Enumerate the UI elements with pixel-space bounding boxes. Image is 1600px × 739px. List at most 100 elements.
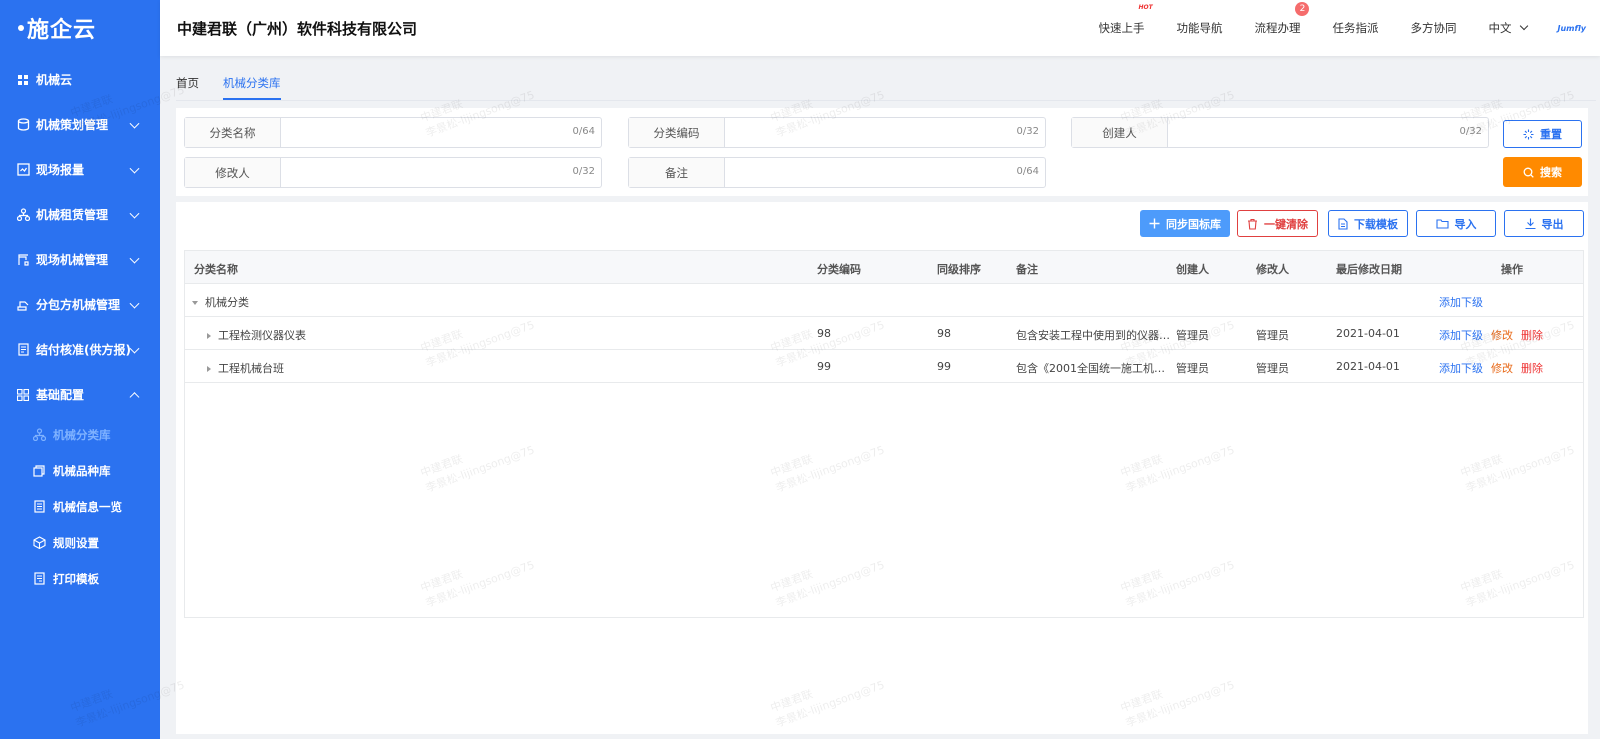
sidebar-item-machinery-cloud[interactable]: 机械云 bbox=[0, 57, 160, 102]
col-category-code[interactable]: 分类编码 bbox=[817, 261, 861, 277]
language-select[interactable]: 中文 bbox=[1488, 20, 1529, 36]
top-nav: HOT 快速上手 功能导航 2 流程办理 任务指派 多方协同 中文 Jumfly bbox=[1066, 0, 1586, 56]
logo-dot-icon bbox=[18, 25, 24, 31]
chevron-down-icon bbox=[129, 163, 140, 174]
hierarchy-icon bbox=[33, 428, 47, 442]
download-template-button[interactable]: 下载模板 bbox=[1328, 210, 1408, 237]
caret-right-icon[interactable] bbox=[207, 366, 211, 372]
sidebar-item-label: 现场报量 bbox=[36, 163, 85, 177]
tab-home[interactable]: 首页 bbox=[176, 66, 199, 100]
filter-panel: 分类名称 0/64 分类编码 0/32 创建人 0/32 修改人 0/32 备注… bbox=[176, 108, 1588, 196]
edit-link[interactable]: 修改 bbox=[1491, 362, 1513, 375]
apps-icon bbox=[16, 388, 30, 402]
import-label: 导入 bbox=[1454, 217, 1477, 231]
col-modifier[interactable]: 修改人 bbox=[1256, 261, 1289, 277]
report-icon bbox=[16, 163, 30, 177]
col-creator[interactable]: 创建人 bbox=[1176, 261, 1209, 277]
search-button[interactable]: 搜索 bbox=[1503, 157, 1582, 187]
category-code: 98 bbox=[817, 327, 831, 340]
caret-right-icon[interactable] bbox=[207, 333, 211, 339]
row-actions: 添加下级 修改 删除 bbox=[1439, 327, 1551, 343]
filter-remark: 备注 0/64 bbox=[628, 157, 1046, 188]
nav-process[interactable]: 2 流程办理 bbox=[1254, 2, 1310, 36]
char-count: 0/64 bbox=[572, 126, 595, 137]
nav-label: 功能导航 bbox=[1176, 21, 1223, 35]
category-name: 机械分类 bbox=[205, 296, 249, 309]
sidebar-item-label: 结付核准(供方报) bbox=[36, 343, 131, 357]
add-child-link[interactable]: 添加下级 bbox=[1439, 362, 1483, 375]
modifier-input[interactable]: 0/32 bbox=[281, 158, 601, 187]
reset-label: 重置 bbox=[1540, 128, 1562, 141]
category-name-input[interactable]: 0/64 bbox=[281, 118, 601, 147]
sidebar-subitem-category-library[interactable]: 机械分类库 bbox=[0, 417, 160, 453]
category-code-input[interactable]: 0/32 bbox=[725, 118, 1045, 147]
database-icon bbox=[16, 118, 30, 132]
sidebar-item-site-report[interactable]: 现场报量 bbox=[0, 147, 160, 192]
trash-icon bbox=[1247, 218, 1258, 230]
last-modified: 2021-04-01 bbox=[1336, 360, 1400, 373]
col-remark[interactable]: 备注 bbox=[1016, 261, 1038, 277]
delete-link[interactable]: 删除 bbox=[1521, 362, 1543, 375]
remark: 包含安装工程中使用到的仪器仪表 bbox=[1016, 329, 1174, 342]
sidebar-subitem-rule-settings[interactable]: 规则设置 bbox=[0, 525, 160, 561]
sidebar-item-settlement[interactable]: 结付核准(供方报) bbox=[0, 327, 160, 372]
sidebar-subitem-label: 机械分类库 bbox=[53, 428, 111, 442]
sidebar-item-base-config[interactable]: 基础配置 bbox=[0, 372, 160, 417]
company-name: 中建君联（广州）软件科技有限公司 bbox=[177, 19, 418, 38]
reset-button[interactable]: 重置 bbox=[1503, 120, 1582, 148]
char-count: 0/64 bbox=[1016, 166, 1039, 177]
sidebar-item-planning[interactable]: 机械策划管理 bbox=[0, 102, 160, 147]
delete-link[interactable]: 删除 bbox=[1521, 329, 1543, 342]
filter-creator: 创建人 0/32 bbox=[1071, 117, 1489, 148]
import-button[interactable]: 导入 bbox=[1416, 210, 1496, 237]
nav-function-guide[interactable]: 功能导航 bbox=[1176, 20, 1222, 36]
nav-collaboration[interactable]: 多方协同 bbox=[1410, 20, 1456, 36]
caret-down-icon[interactable] bbox=[192, 301, 198, 305]
sidebar-item-site-machinery[interactable]: 现场机械管理 bbox=[0, 237, 160, 282]
clear-all-button[interactable]: 一键清除 bbox=[1237, 210, 1318, 237]
field-label: 备注 bbox=[629, 158, 725, 187]
hierarchy-icon bbox=[16, 208, 30, 222]
creator-input[interactable]: 0/32 bbox=[1168, 118, 1488, 147]
download-label: 下载模板 bbox=[1354, 217, 1398, 231]
field-label: 创建人 bbox=[1072, 118, 1168, 147]
filter-category-name: 分类名称 0/64 bbox=[184, 117, 602, 148]
top-header: 中建君联（广州）软件科技有限公司 HOT 快速上手 功能导航 2 流程办理 任务… bbox=[160, 0, 1600, 56]
grid-icon bbox=[16, 73, 30, 87]
sidebar-subitem-label: 规则设置 bbox=[53, 536, 99, 550]
tree-node: 机械分类 bbox=[192, 294, 249, 310]
sync-standard-button[interactable]: 同步国标库 bbox=[1140, 210, 1230, 237]
export-button[interactable]: 导出 bbox=[1504, 210, 1584, 237]
document-icon bbox=[16, 343, 30, 357]
add-child-link[interactable]: 添加下级 bbox=[1439, 329, 1483, 342]
col-category-name[interactable]: 分类名称 bbox=[194, 261, 238, 277]
category-name: 工程检测仪器仪表 bbox=[218, 329, 306, 342]
last-modified: 2021-04-01 bbox=[1336, 327, 1400, 340]
download-icon bbox=[1525, 218, 1536, 229]
sidebar-subitem-variety-library[interactable]: 机械品种库 bbox=[0, 453, 160, 489]
logo-text: 施企云 bbox=[27, 18, 97, 43]
hot-badge: HOT bbox=[1138, 4, 1153, 11]
table-row: 机械分类 添加下级 bbox=[185, 284, 1583, 317]
sidebar-item-subcontractor[interactable]: 分包方机械管理 bbox=[0, 282, 160, 327]
tab-category-library[interactable]: 机械分类库 bbox=[223, 66, 281, 100]
nav-task-assign[interactable]: 任务指派 bbox=[1332, 20, 1378, 36]
sibling-order: 98 bbox=[937, 327, 951, 340]
col-sibling-order[interactable]: 同级排序 bbox=[937, 261, 981, 277]
edit-link[interactable]: 修改 bbox=[1491, 329, 1513, 342]
logo[interactable]: 施企云 bbox=[0, 0, 160, 56]
plus-icon bbox=[1149, 218, 1160, 229]
folder-icon bbox=[1435, 218, 1449, 229]
nav-quick-start[interactable]: HOT 快速上手 bbox=[1098, 4, 1152, 36]
sidebar-subitem-label: 机械信息一览 bbox=[53, 500, 122, 514]
col-last-modified[interactable]: 最后修改日期 bbox=[1336, 261, 1402, 277]
remark-input[interactable]: 0/64 bbox=[725, 158, 1045, 187]
chevron-down-icon bbox=[1520, 21, 1529, 31]
sidebar-subitem-print-template[interactable]: 打印模板 bbox=[0, 561, 160, 597]
sibling-order: 99 bbox=[937, 360, 951, 373]
add-child-link[interactable]: 添加下级 bbox=[1439, 296, 1483, 309]
nav-label: 多方协同 bbox=[1410, 21, 1457, 35]
sidebar-item-leasing[interactable]: 机械租赁管理 bbox=[0, 192, 160, 237]
category-table: 分类名称 分类编码 同级排序 备注 创建人 修改人 最后修改日期 操作 机械分类… bbox=[184, 250, 1584, 618]
sidebar-subitem-info-overview[interactable]: 机械信息一览 bbox=[0, 489, 160, 525]
